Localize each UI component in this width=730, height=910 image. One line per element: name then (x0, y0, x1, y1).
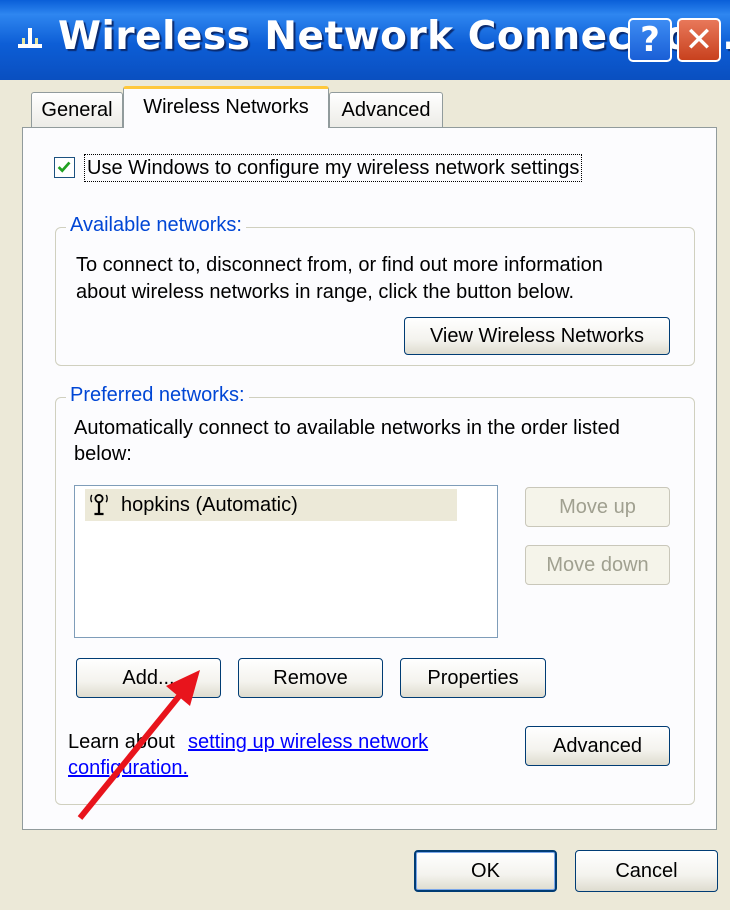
available-networks-legend: Available networks: (66, 214, 246, 237)
move-up-button[interactable]: Move up (525, 487, 670, 527)
preferred-networks-legend: Preferred networks: (66, 384, 249, 407)
preferred-networks-description-line2: below: (74, 443, 132, 465)
network-connection-icon (18, 28, 42, 48)
list-item[interactable]: hopkins (Automatic) (85, 489, 457, 521)
tab-wireless-networks[interactable]: Wireless Networks (123, 86, 329, 128)
dialog-window: Wireless Network Connectio... ? ✕ Genera… (0, 0, 730, 910)
remove-button[interactable]: Remove (238, 658, 383, 698)
preferred-networks-list[interactable]: hopkins (Automatic) (74, 485, 498, 638)
setup-help-link-line1[interactable]: setting up wireless network (188, 729, 428, 755)
move-down-button[interactable]: Move down (525, 545, 670, 585)
view-wireless-networks-button[interactable]: View Wireless Networks (404, 317, 670, 355)
preferred-networks-description-line1: Automatically connect to available netwo… (74, 417, 620, 439)
title-bar[interactable]: Wireless Network Connectio... ? ✕ (0, 0, 730, 80)
add-button[interactable]: Add... (76, 658, 221, 698)
tab-advanced-label: Advanced (341, 99, 431, 121)
use-windows-checkbox[interactable] (54, 157, 75, 178)
tab-wireless-networks-label: Wireless Networks (143, 96, 309, 118)
properties-button[interactable]: Properties (400, 658, 546, 698)
close-button[interactable]: ✕ (677, 18, 721, 62)
available-networks-description-line1: To connect to, disconnect from, or find … (76, 254, 603, 276)
available-networks-description-line2: about wireless networks in range, click … (76, 281, 575, 303)
setup-help-link-line2[interactable]: configuration. (68, 755, 188, 781)
help-button[interactable]: ? (628, 18, 672, 62)
wireless-antenna-icon (90, 494, 108, 516)
checkmark-icon (57, 161, 71, 173)
use-windows-checkbox-label[interactable]: Use Windows to configure my wireless net… (84, 154, 583, 182)
tab-advanced[interactable]: Advanced (329, 92, 443, 128)
learn-about-prefix: Learn about (68, 731, 181, 753)
advanced-button[interactable]: Advanced (525, 726, 670, 766)
tab-general[interactable]: General (31, 92, 123, 128)
ok-button[interactable]: OK (414, 850, 557, 892)
network-name: hopkins (Automatic) (121, 494, 298, 516)
cancel-button[interactable]: Cancel (575, 850, 718, 892)
tab-general-label: General (41, 99, 113, 121)
